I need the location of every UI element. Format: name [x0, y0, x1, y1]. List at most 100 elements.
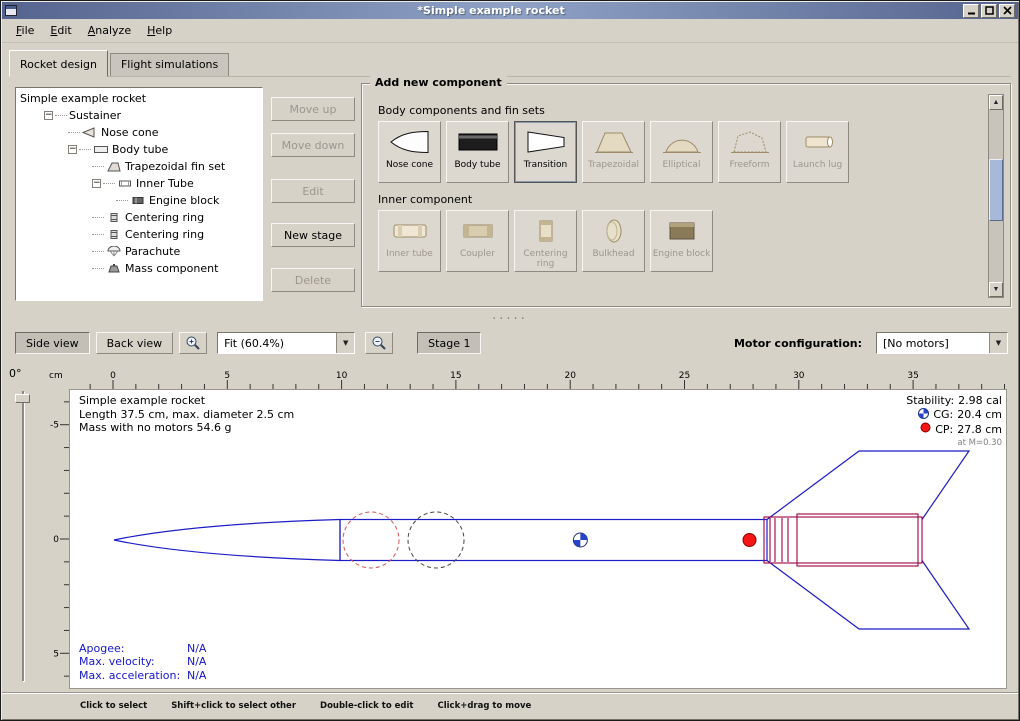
component-button-label: Body tube	[454, 160, 500, 170]
window-menu-icon[interactable]	[5, 4, 19, 17]
rotation-slider[interactable]	[15, 391, 31, 681]
tree-item-nose-cone[interactable]: Nose cone	[16, 124, 262, 141]
rocket-name: Simple example rocket	[79, 394, 294, 408]
add-body-tube-button[interactable]: Body tube	[446, 121, 509, 183]
component-scrollbar[interactable]: ▲ ▼	[988, 94, 1004, 298]
splitter-handle[interactable]: ·····	[1, 313, 1019, 325]
centering-icon	[524, 216, 568, 246]
add-coupler-button[interactable]: Coupler	[446, 210, 509, 272]
tree-connector	[92, 234, 104, 235]
flight-stat-label: Max. velocity:	[79, 655, 187, 669]
menu-item-analyze[interactable]: Analyze	[80, 21, 139, 40]
tree-item-centering-ring[interactable]: Centering ring	[16, 226, 262, 243]
add-transition-button[interactable]: Transition	[514, 121, 577, 183]
tree-item-centering-ring[interactable]: Centering ring	[16, 209, 262, 226]
tree-expander[interactable]: −	[92, 179, 101, 188]
maximize-icon	[985, 6, 994, 15]
tab-flight-simulations[interactable]: Flight simulations	[110, 53, 229, 76]
flight-stat-value: N/A	[187, 642, 206, 655]
cp-marker	[743, 534, 756, 547]
rocket-canvas[interactable]: Simple example rocket Length 37.5 cm, ma…	[69, 389, 1007, 689]
tree-item-body-tube[interactable]: −Body tube	[16, 141, 262, 158]
tree-item-mass-component[interactable]: Mass component	[16, 260, 262, 277]
add-engine-block-button[interactable]: Engine block	[650, 210, 713, 272]
transition-icon	[524, 127, 568, 157]
svg-text:-5: -5	[50, 421, 59, 431]
scroll-up-button[interactable]: ▲	[989, 95, 1003, 110]
component-button-label: Freeform	[729, 160, 769, 170]
tree-action-buttons: Move up Move down Edit New stage Delete	[271, 81, 363, 292]
back-view-button[interactable]: Back view	[96, 332, 174, 354]
tree-item-sustainer[interactable]: −Sustainer	[16, 107, 262, 124]
rocket-drawing[interactable]	[70, 390, 1007, 689]
window-title: *Simple example rocket	[19, 4, 963, 17]
side-view-button[interactable]: Side view	[15, 332, 90, 354]
cg-marker	[573, 533, 587, 547]
tree-expander[interactable]: −	[44, 111, 53, 120]
tree-item-label: Inner Tube	[136, 177, 194, 190]
add-launch-lug-button[interactable]: Launch lug	[786, 121, 849, 183]
component-button-label: Elliptical	[663, 160, 701, 170]
rocket-info-block: Simple example rocket Length 37.5 cm, ma…	[79, 394, 294, 435]
menu-item-edit[interactable]: Edit	[42, 21, 79, 40]
component-button-row: Nose cone Body tube Transition Trapezoidal E…	[378, 121, 984, 183]
cp-value: 27.8 cm	[957, 423, 1002, 437]
move-down-button[interactable]: Move down	[271, 133, 355, 157]
svg-text:0: 0	[110, 371, 116, 381]
add-freeform-button[interactable]: Freeform	[718, 121, 781, 183]
motor-configuration-label: Motor configuration:	[734, 337, 862, 350]
mass-component-outline	[408, 512, 464, 568]
add-bulkhead-button[interactable]: Bulkhead	[582, 210, 645, 272]
rocket-mass: Mass with no motors 54.6 g	[79, 421, 294, 435]
combo-arrow-icon[interactable]: ▼	[989, 333, 1007, 353]
motor-configuration-select[interactable]: [No motors] ▼	[876, 332, 1008, 354]
rotation-slider-track	[22, 391, 24, 681]
window-titlebar[interactable]: *Simple example rocket	[2, 2, 1018, 19]
add-trapezoidal-button[interactable]: Trapezoidal	[582, 121, 645, 183]
scroll-down-button[interactable]: ▼	[989, 282, 1003, 297]
rotation-slider-handle[interactable]	[15, 394, 30, 403]
tree-item-engine-block[interactable]: Engine block	[16, 192, 262, 209]
minimize-button[interactable]	[963, 4, 979, 18]
stage-1-toggle[interactable]: Stage 1	[417, 332, 481, 354]
status-hint: Click to select	[80, 701, 147, 711]
delete-button[interactable]: Delete	[271, 268, 355, 292]
scrollbar-thumb[interactable]	[989, 159, 1003, 221]
tree-expander[interactable]: −	[68, 145, 77, 154]
new-stage-button[interactable]: New stage	[271, 223, 355, 247]
maximize-button[interactable]	[981, 4, 997, 18]
section-label-inner-component: Inner component	[378, 193, 984, 206]
launchlug-icon	[796, 127, 840, 157]
edit-button[interactable]: Edit	[271, 179, 355, 203]
minimize-icon	[967, 6, 976, 15]
centeringring-icon	[106, 212, 122, 223]
zoom-select[interactable]: Fit (60.4%) ▼	[217, 332, 355, 354]
tree-item-parachute[interactable]: Parachute	[16, 243, 262, 260]
tree-item-trapezoidal-fin-set[interactable]: Trapezoidal fin set	[16, 158, 262, 175]
vertical-ruler: -505	[47, 389, 69, 689]
finset-icon	[106, 161, 122, 172]
tree-item-simple-example-rocket[interactable]: Simple example rocket	[16, 90, 262, 107]
combo-arrow-icon[interactable]: ▼	[336, 333, 354, 353]
menu-item-help[interactable]: Help	[139, 21, 180, 40]
rocket-dimensions: Length 37.5 cm, max. diameter 2.5 cm	[79, 408, 294, 422]
flight-stat-row: Max. acceleration:N/A	[79, 669, 206, 683]
move-up-button[interactable]: Move up	[271, 97, 355, 121]
add-inner-tube-button[interactable]: Inner tube	[378, 210, 441, 272]
component-button-label: Transition	[524, 160, 568, 170]
view-toolbar: Side view Back view Fit (60.4%) ▼ Stage …	[1, 327, 1020, 359]
elliptical-icon	[660, 127, 704, 157]
component-sections: Body components and fin setsNose coneBod…	[362, 84, 984, 306]
close-button[interactable]	[999, 4, 1015, 18]
tree-connector	[79, 149, 91, 150]
component-button-label: Nose cone	[386, 160, 433, 170]
add-centering-ring-button[interactable]: Centering ring	[514, 210, 577, 272]
flight-stats-block: Apogee:N/AMax. velocity:N/AMax. accelera…	[79, 642, 206, 683]
tab-rocket-design[interactable]: Rocket design	[9, 50, 108, 77]
zoom-out-button[interactable]	[365, 332, 393, 354]
add-nose-cone-button[interactable]: Nose cone	[378, 121, 441, 183]
menu-item-file[interactable]: File	[8, 21, 42, 40]
add-elliptical-button[interactable]: Elliptical	[650, 121, 713, 183]
zoom-in-button[interactable]	[179, 332, 207, 354]
tree-item-inner-tube[interactable]: − Inner Tube	[16, 175, 262, 192]
